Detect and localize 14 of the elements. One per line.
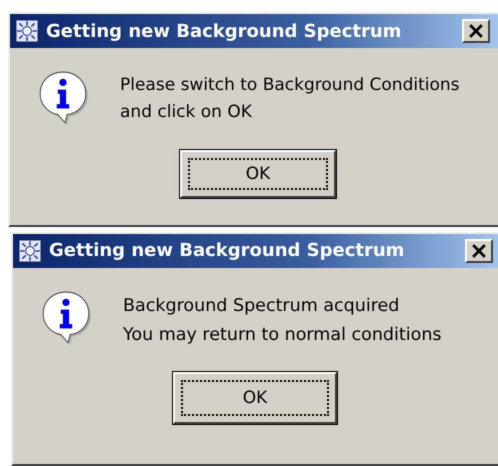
close-button[interactable] [462, 19, 490, 43]
ok-button[interactable]: OK [173, 372, 337, 424]
close-icon [469, 24, 483, 38]
close-button[interactable] [465, 238, 493, 263]
message-text: Please switch to Background Conditions [120, 74, 460, 97]
app-icon [16, 20, 38, 42]
message-text: and click on OK [120, 101, 253, 124]
window-title: Getting new Background Spectrum [46, 20, 402, 42]
window-title: Getting new Background Spectrum [49, 240, 406, 262]
app-icon [19, 240, 41, 262]
close-icon [472, 244, 486, 258]
ok-button[interactable]: OK [180, 150, 336, 198]
message-text: Background Spectrum acquired [123, 294, 400, 318]
message-text: You may return to normal conditions [123, 324, 442, 347]
